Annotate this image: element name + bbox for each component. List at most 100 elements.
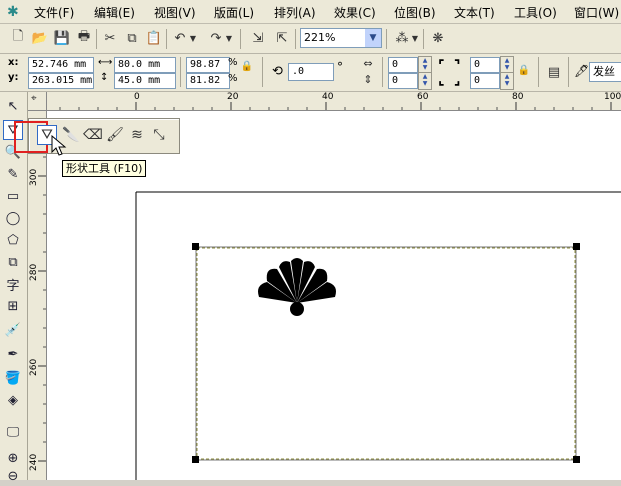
corner-bottom-right-field[interactable]: 0 [470, 73, 500, 89]
menu-view[interactable]: 视图(V) [154, 4, 196, 21]
menu-effects[interactable]: 效果(C) [334, 4, 376, 21]
coreldraw-logo-icon[interactable]: ✱ [7, 4, 19, 20]
node-handle [573, 456, 580, 463]
fill-tool-icon[interactable]: 🪣 [3, 368, 23, 388]
ruler-h-label: 0 [134, 92, 140, 102]
corner-bottom-left-field[interactable]: 0 [388, 73, 418, 89]
ruler-v-label: 300 [29, 168, 39, 186]
x-position-field[interactable]: 52.746 mm [28, 57, 94, 73]
percent-x-symbol: % [228, 57, 238, 68]
menu-text[interactable]: 文本(T) [454, 4, 495, 21]
menu-bitmaps[interactable]: 位图(B) [394, 4, 436, 21]
transform-tool-icon[interactable]: ⤡ [149, 125, 169, 145]
ruler-h-label: 40 [322, 92, 334, 102]
selected-rectangle [195, 246, 577, 461]
polygon-tool-icon[interactable]: ⬠ [3, 230, 23, 250]
ruler-v-label: 280 [29, 263, 39, 281]
open-icon[interactable]: 📂 [30, 28, 50, 48]
new-document-icon[interactable]: 🗋 [8, 28, 28, 48]
launcher-dropdown-icon[interactable]: ▼ [410, 28, 420, 48]
undo-icon[interactable]: ↶ [170, 28, 190, 48]
outline-tool-icon[interactable]: ✒ [3, 344, 23, 364]
rotation-field[interactable]: .0 [288, 63, 334, 81]
ruler-h-label: 20 [227, 92, 239, 102]
node-handle [192, 456, 199, 463]
basic-shapes-icon[interactable]: ⧉ [3, 252, 23, 272]
width-field[interactable]: 80.0 mm [114, 57, 176, 73]
interactive-blend-icon[interactable]: ⊞ [3, 296, 23, 316]
fan-ornament [258, 258, 336, 316]
corel-online-icon[interactable]: ❋ [428, 28, 448, 48]
menubar: ✱ 文件(F) 编辑(E) 视图(V) 版面(L) 排列(A) 效果(C) 位图… [0, 0, 621, 24]
export-icon[interactable]: ⇱ [272, 28, 292, 48]
scale-y-field[interactable]: 81.82 [186, 73, 230, 89]
copy-icon[interactable]: ⧉ [122, 28, 142, 48]
paste-icon[interactable]: 📋 [144, 28, 164, 48]
ruler-h-label: 80 [512, 92, 524, 102]
horizontal-ruler[interactable]: 0 20 40 60 80 100 [28, 92, 621, 111]
eraser-tool-icon[interactable]: ⌫ [83, 125, 103, 145]
mouse-cursor-icon [51, 135, 67, 156]
mirror-vertical-icon[interactable]: ⇕ [358, 72, 378, 86]
corner-top-left-field[interactable]: 0 [388, 57, 418, 73]
roughen-tool-icon[interactable]: ≋ [127, 125, 147, 145]
corner-bottom-left-icon: ⌞ [438, 72, 445, 88]
zoom-out-icon[interactable]: ⊖ [3, 466, 23, 486]
menu-file[interactable]: 文件(F) [34, 4, 74, 21]
vertical-ruler[interactable]: 300 280 260 240 [28, 110, 47, 480]
import-icon[interactable]: ⇲ [248, 28, 268, 48]
percent-y-symbol: % [228, 73, 238, 84]
corner-bl-spinner-icon[interactable]: ▲ ▼ [418, 72, 432, 90]
ruler-origin-icon[interactable]: ⌖ [28, 92, 47, 111]
ruler-v-label: 260 [29, 358, 39, 376]
y-label: y: [8, 72, 19, 83]
corner-bottom-right-icon: ⌟ [454, 72, 461, 88]
ruler-v-label: 240 [29, 453, 39, 471]
ruler-h-label: 100 [604, 92, 621, 102]
save-icon[interactable]: 💾 [52, 28, 72, 48]
interactive-fill-icon[interactable]: ◈ [3, 390, 23, 410]
node-handle [573, 243, 580, 250]
y-position-field[interactable]: 263.015 mm [28, 73, 94, 89]
cut-icon[interactable]: ✂ [100, 28, 120, 48]
ellipse-tool-icon[interactable]: ◯ [3, 208, 23, 228]
smudge-tool-icon[interactable]: 🖌 [105, 125, 125, 145]
vertical-ruler-ticks [38, 118, 46, 462]
outline-width-select[interactable]: 发丝 [589, 62, 621, 82]
scale-x-field[interactable]: 98.87 [186, 57, 230, 73]
menu-tools[interactable]: 工具(O) [514, 4, 557, 21]
chevron-down-icon[interactable]: ▼ [365, 29, 381, 47]
view-manager-icon[interactable]: 🖵 [3, 422, 23, 442]
zoom-level-select[interactable]: 221% ▼ [300, 28, 382, 48]
zoom-in-icon[interactable]: ⊕ [3, 448, 23, 468]
mirror-horizontal-icon[interactable]: ⇔ [358, 56, 378, 70]
corner-br-spinner-icon[interactable]: ▲ ▼ [500, 72, 514, 90]
ruler-h-label: 60 [417, 92, 429, 102]
degree-symbol: ° [337, 60, 343, 74]
menu-edit[interactable]: 编辑(E) [94, 4, 135, 21]
round-corners-lock-icon[interactable]: 🔒 [517, 62, 531, 78]
tooltip: 形状工具 (F10) [62, 160, 147, 177]
height-icon: ↕ [100, 72, 109, 83]
redo-dropdown-icon[interactable]: ▼ [224, 28, 234, 48]
undo-dropdown-icon[interactable]: ▼ [188, 28, 198, 48]
standard-toolbar: 🗋 📂 💾 🖶 ✂ ⧉ 📋 ↶ ▼ ↷ ▼ ⇲ ⇱ 221% ▼ ⁂ ▼ ❋ [0, 24, 621, 54]
print-icon[interactable]: 🖶 [74, 28, 94, 48]
menu-arrange[interactable]: 排列(A) [274, 4, 316, 21]
freehand-tool-icon[interactable]: ✎ [3, 164, 23, 184]
application-launcher-icon[interactable]: ⁂ [392, 28, 412, 48]
menu-layout[interactable]: 版面(L) [214, 4, 254, 21]
text-tool-icon[interactable]: 字 [3, 274, 23, 294]
pick-tool-icon[interactable]: ↖ [3, 96, 23, 116]
eyedropper-tool-icon[interactable]: 💉 [3, 320, 23, 340]
wrap-text-icon[interactable]: ▤ [544, 62, 564, 82]
corner-top-right-field[interactable]: 0 [470, 57, 500, 73]
height-field[interactable]: 45.0 mm [114, 73, 176, 89]
redo-icon[interactable]: ↷ [206, 28, 226, 48]
rectangle-tool-icon[interactable]: ▭ [3, 186, 23, 206]
zoom-level-value: 221% [304, 31, 336, 44]
menu-window[interactable]: 窗口(W) [574, 4, 619, 21]
lock-ratio-icon[interactable]: 🔒 [240, 59, 254, 73]
rotation-icon: ⟲ [272, 64, 283, 79]
x-label: x: [8, 57, 19, 68]
